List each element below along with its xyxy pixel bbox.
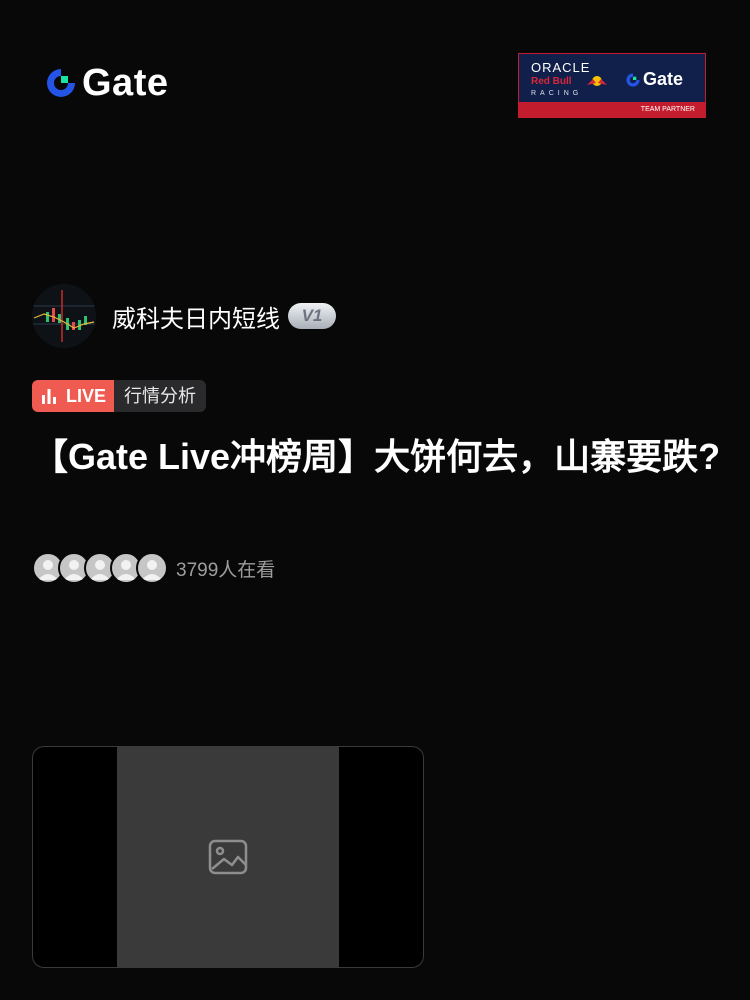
author-row[interactable]: 威科夫日内短线 V1: [32, 284, 336, 348]
viewers-row: 3799人在看: [32, 552, 275, 584]
partner-gate-logo: Gate: [625, 69, 683, 90]
gate-logo[interactable]: Gate: [44, 64, 168, 102]
red-bull-text: Red Bull: [531, 76, 572, 87]
video-frame: [117, 747, 339, 967]
red-bull-icon: [587, 76, 607, 86]
tag-row: LIVE 行情分析: [32, 380, 207, 412]
viewer-avatar: [136, 552, 168, 584]
vip-level-badge: V1: [288, 303, 336, 329]
live-title: 【Gate Live冲榜周】大饼何去，山寨要跌?: [32, 436, 721, 477]
oracle-text: ORACLE: [531, 60, 591, 75]
gate-logo-icon: [626, 72, 640, 87]
live-label: LIVE: [66, 385, 107, 406]
team-partner-banner[interactable]: ORACLE Red Bull RACING Gate TEAM PARTNER: [518, 53, 706, 118]
partner-gate-text: Gate: [643, 69, 684, 89]
gate-logo-icon: [47, 69, 75, 97]
avatar-placeholder-icon: [142, 560, 162, 580]
viewer-avatars: [32, 552, 168, 584]
racing-text: RACING: [531, 90, 583, 97]
author-name[interactable]: 威科夫日内短线: [112, 299, 280, 334]
image-placeholder-icon: [208, 839, 248, 875]
bar-chart-icon: [42, 389, 56, 404]
live-video-preview[interactable]: [32, 746, 424, 968]
category-tag[interactable]: 行情分析: [114, 380, 207, 412]
author-avatar[interactable]: [32, 284, 96, 348]
team-partner-bar: TEAM PARTNER: [519, 102, 705, 117]
gate-logo-text: Gate: [82, 62, 169, 104]
live-badge: LIVE: [32, 380, 115, 412]
candlestick-avatar-icon: [32, 284, 96, 348]
viewer-count: 3799人在看: [176, 559, 276, 581]
